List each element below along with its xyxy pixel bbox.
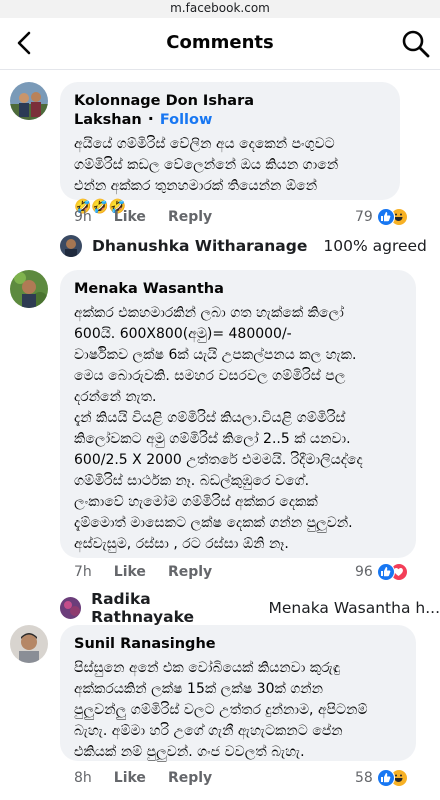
search-button[interactable] bbox=[400, 28, 432, 60]
like-reaction-icon bbox=[376, 769, 395, 787]
reply-text: Menaka Wasantha h... bbox=[268, 599, 440, 617]
comment-bubble: Menaka Wasantha අක්කර එකහමාරකින් ලබා ගත … bbox=[60, 270, 416, 558]
comment-bubble: Kolonnage Don Ishara Lakshan · Follow අයිය… bbox=[60, 82, 400, 215]
comment-time[interactable]: 9h bbox=[74, 209, 92, 225]
comment-text: අයියේ ගම්මිරිස් වේලින අය දෙකෙන් පංගුවට ග… bbox=[74, 136, 339, 215]
comment-actions: 7h Like Reply bbox=[74, 564, 212, 580]
search-icon bbox=[402, 30, 430, 58]
reply-button[interactable]: Reply bbox=[168, 564, 212, 580]
reply-text: 100% agreed bbox=[323, 237, 427, 255]
reply-author[interactable]: Dhanushka Witharanage bbox=[92, 237, 307, 255]
reaction-summary[interactable]: 96 bbox=[355, 563, 408, 581]
comment-time[interactable]: 8h bbox=[74, 770, 92, 786]
reply-preview[interactable]: Radika Rathnayake Menaka Wasantha h... bbox=[60, 590, 440, 626]
reply-preview[interactable]: Dhanushka Witharanage 100% agreed bbox=[60, 235, 427, 257]
comment-author[interactable]: Sunil Ranasinghe bbox=[74, 636, 216, 652]
like-button[interactable]: Like bbox=[114, 770, 146, 786]
reply-author[interactable]: Radika Rathnayake bbox=[91, 590, 252, 626]
like-button[interactable]: Like bbox=[114, 564, 146, 580]
avatar[interactable] bbox=[10, 625, 48, 663]
reply-button[interactable]: Reply bbox=[168, 770, 212, 786]
follow-button[interactable]: Follow bbox=[160, 112, 213, 128]
comment-time[interactable]: 7h bbox=[74, 564, 92, 580]
comment-actions: 8h Like Reply bbox=[74, 770, 212, 786]
reaction-summary[interactable]: 79 bbox=[355, 208, 408, 226]
comment-text: පිස්සුනෙ අනේ එක වෝබියෙක් කියනවා කුරුඳු අ… bbox=[74, 660, 368, 760]
reaction-count: 79 bbox=[355, 209, 373, 225]
avatar[interactable] bbox=[60, 597, 82, 619]
reaction-count: 58 bbox=[355, 770, 373, 786]
avatar[interactable] bbox=[60, 235, 82, 257]
like-reaction-icon bbox=[376, 208, 395, 226]
reaction-summary[interactable]: 58 bbox=[355, 769, 408, 787]
comments-header: Comments bbox=[0, 18, 440, 70]
comment-text: අක්කර එකහමාරකින් ලබා ගත හැක්කේ කිලෝ 600ය… bbox=[74, 305, 363, 552]
comment-actions: 9h Like Reply bbox=[74, 209, 212, 225]
reaction-count: 96 bbox=[355, 564, 373, 580]
avatar[interactable] bbox=[10, 270, 48, 308]
avatar[interactable] bbox=[10, 82, 48, 120]
like-reaction-icon bbox=[376, 563, 395, 581]
url-bar[interactable]: m.facebook.com bbox=[0, 0, 440, 18]
like-button[interactable]: Like bbox=[114, 209, 146, 225]
page-title: Comments bbox=[166, 32, 274, 53]
comment-author[interactable]: Menaka Wasantha bbox=[74, 281, 224, 297]
comment-bubble: Sunil Ranasinghe පිස්සුනෙ අනේ එක වෝබියෙක… bbox=[60, 625, 416, 761]
reply-button[interactable]: Reply bbox=[168, 209, 212, 225]
